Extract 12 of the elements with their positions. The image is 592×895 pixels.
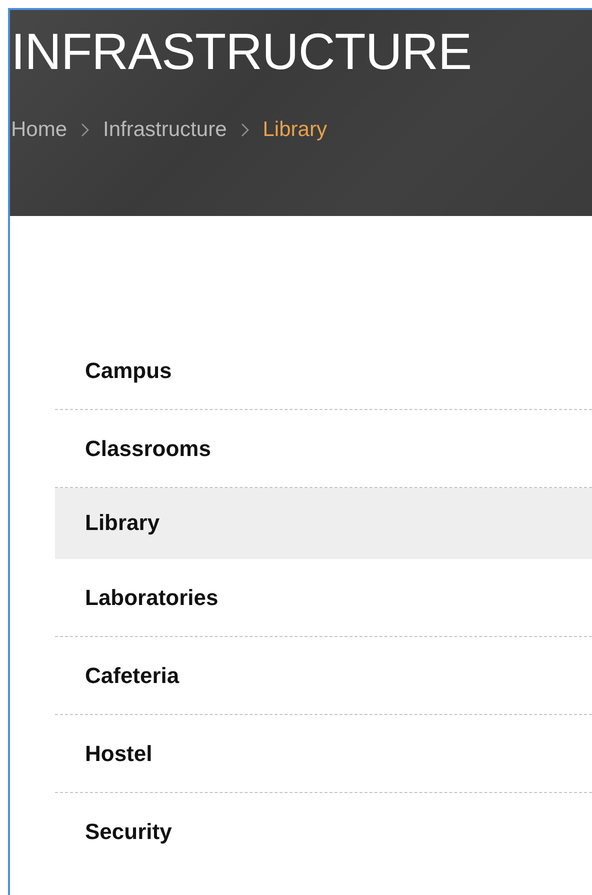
- sidebar-item[interactable]: Hostel: [55, 715, 592, 793]
- sidebar-item[interactable]: Laboratories: [55, 559, 592, 637]
- chevron-icon: [81, 123, 90, 137]
- chevron-icon: [240, 123, 249, 137]
- sidebar-item[interactable]: Library: [55, 488, 592, 559]
- sidebar-item[interactable]: Campus: [55, 332, 592, 410]
- breadcrumb-link[interactable]: Infrastructure: [103, 118, 227, 142]
- sidebar-item[interactable]: Security: [55, 793, 592, 871]
- breadcrumb-link[interactable]: Home: [11, 118, 68, 142]
- breadcrumb-link[interactable]: Library: [262, 118, 327, 142]
- sidebar-item[interactable]: Cafeteria: [55, 637, 592, 715]
- page-title: INFRASTRUCTURE: [11, 22, 472, 82]
